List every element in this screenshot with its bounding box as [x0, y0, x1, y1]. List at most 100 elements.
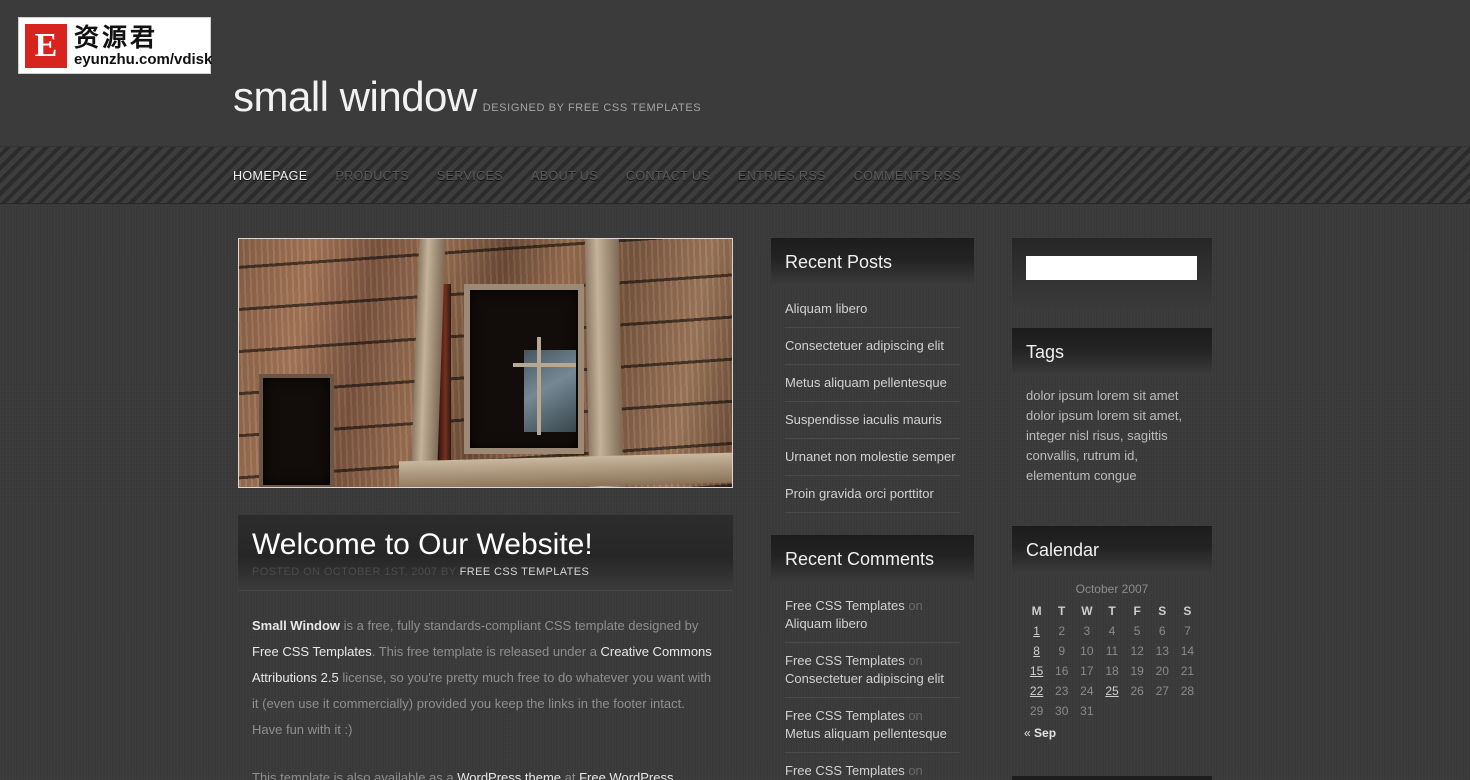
calendar-day: 19 [1130, 664, 1144, 678]
comment-author-link[interactable]: Free CSS Templates [785, 598, 905, 613]
calendar-day[interactable]: 22 [1024, 681, 1049, 701]
comment-connector: on [904, 653, 923, 668]
recent-post-link[interactable]: Urnanet non molestie semper [785, 449, 956, 464]
post-p1-link-free-css-templates[interactable]: Free CSS Templates [252, 644, 372, 659]
comment-author-link[interactable]: Free CSS Templates [785, 763, 905, 778]
list-item[interactable]: Metus aliquam pellentesque [785, 365, 960, 402]
sidebar-right: Tags dolor ipsum lorem sit amet dolor ip… [1012, 238, 1212, 780]
list-item[interactable]: Free CSS Templates on Aliquam libero [785, 594, 960, 643]
calendar-day-link[interactable]: 15 [1030, 664, 1043, 678]
calendar-prev-month-link[interactable]: Sep [1034, 726, 1056, 740]
calendar-day[interactable]: 1 [1024, 621, 1049, 641]
nav-item-about-us[interactable]: ABOUT US [531, 167, 598, 185]
calendar-day[interactable]: 15 [1024, 661, 1049, 681]
post-p2-text-b: at [561, 770, 580, 780]
calendar-day-link[interactable]: 1 [1033, 624, 1040, 638]
list-item[interactable]: Free CSS Templates on Consectetuer adipi… [785, 643, 960, 698]
calendar-day: 11 [1105, 644, 1119, 658]
calendar-day: 30 [1055, 704, 1069, 718]
logo-url: eyunzhu.com/vdisk [74, 50, 213, 68]
recent-post-link[interactable]: Aliquam libero [785, 301, 867, 316]
post-p2-link-free-wordpress[interactable]: Free WordPress [579, 770, 673, 780]
nav-item-contact-us[interactable]: CONTACT US [626, 167, 710, 185]
calendar-day: 24 [1080, 684, 1094, 698]
nav-item-comments-rss[interactable]: COMMENTS RSS [854, 167, 961, 185]
calendar-weekday: S [1158, 604, 1167, 618]
nav-list: HOMEPAGE PRODUCTS SERVICES ABOUT US CONT… [233, 147, 989, 205]
comment-author-link[interactable]: Free CSS Templates [785, 653, 905, 668]
widget-recent-posts-title: Recent Posts [785, 252, 893, 272]
post-p1-text-a: is a free, fully standards-compliant CSS… [340, 618, 699, 634]
list-item[interactable]: Free CSS Templates on Suspendisse iaculi… [785, 753, 960, 780]
nav-link-services[interactable]: SERVICES [437, 169, 503, 183]
calendar-day[interactable]: 8 [1024, 641, 1049, 661]
calendar-day: 27 [1155, 684, 1169, 698]
nav-link-contact-us[interactable]: CONTACT US [626, 169, 710, 183]
post-paragraph-1: Small Window is a free, fully standards-… [252, 613, 718, 743]
widget-calendar-header: Calendar [1012, 526, 1212, 574]
comment-post-link[interactable]: Metus aliquam pellentesque [785, 726, 947, 741]
widget-categories: Categories Aliquam libero [1012, 776, 1212, 780]
feature-image-window-right [464, 284, 584, 454]
logo-chinese-name: 资源君 [74, 22, 159, 52]
calendar-day[interactable]: 25 [1099, 681, 1124, 701]
comment-post-link[interactable]: Consectetuer adipiscing elit [785, 671, 944, 686]
comment-author-link[interactable]: Free CSS Templates [785, 708, 905, 723]
tags-cloud-text[interactable]: dolor ipsum lorem sit amet dolor ipsum l… [1026, 386, 1198, 486]
recent-post-link[interactable]: Metus aliquam pellentesque [785, 375, 947, 390]
nav-item-services[interactable]: SERVICES [437, 167, 503, 185]
logo-letter: E [34, 26, 58, 64]
post-p1-text-b: . This free template is released under a [371, 644, 601, 660]
post-meta-author-link[interactable]: FREE CSS TEMPLATES [460, 566, 590, 578]
calendar-caption: October 2007 [1075, 582, 1149, 596]
site-title[interactable]: small window [233, 76, 477, 118]
calendar-day: 12 [1130, 644, 1144, 658]
comment-post-link[interactable]: Aliquam libero [785, 616, 867, 631]
post-meta: POSTED ON OCTOBER 1ST, 2007 BY FREE CSS … [252, 566, 719, 578]
site-tagline: DESIGNED BY FREE CSS TEMPLATES [482, 102, 702, 114]
nav-link-comments-rss[interactable]: COMMENTS RSS [854, 169, 961, 183]
nav-link-about-us[interactable]: ABOUT US [531, 169, 598, 183]
widget-calendar-body: October 2007 M T W T F S S 1 2 3 4 5 6 7… [1012, 574, 1212, 754]
nav-link-entries-rss[interactable]: ENTRIES RSS [738, 169, 826, 183]
search-input[interactable] [1026, 256, 1197, 280]
calendar-day-link[interactable]: 25 [1105, 684, 1118, 698]
calendar-day: 6 [1158, 624, 1166, 638]
site-logo-badge[interactable]: E 资源君 eyunzhu.com/vdisk [18, 17, 213, 74]
calendar-week-row: 8 9 10 11 12 13 14 [1024, 641, 1200, 661]
calendar-weekday: M [1031, 604, 1042, 618]
recent-post-link[interactable]: Consectetuer adipiscing elit [785, 338, 944, 353]
nav-item-homepage[interactable]: HOMEPAGE [233, 167, 308, 185]
recent-post-link[interactable]: Proin gravida orci porttitor [785, 486, 934, 501]
calendar-day: 7 [1184, 624, 1191, 638]
post-p1-strong: Small Window [252, 618, 340, 634]
comment-connector: on [904, 598, 923, 613]
widget-categories-header: Categories [1012, 776, 1212, 780]
widget-search [1012, 238, 1212, 306]
list-item[interactable]: Suspendisse iaculis mauris [785, 402, 960, 439]
nav-item-products[interactable]: PRODUCTS [336, 167, 409, 185]
calendar-day: 9 [1058, 644, 1066, 658]
nav-link-homepage[interactable]: HOMEPAGE [233, 169, 308, 183]
feature-image [238, 238, 733, 488]
calendar-day-link[interactable]: 22 [1030, 684, 1043, 698]
recent-post-link[interactable]: Suspendisse iaculis mauris [785, 412, 942, 427]
widget-recent-posts-body: Aliquam libero Consectetuer adipiscing e… [771, 286, 974, 513]
nav-link-products[interactable]: PRODUCTS [336, 169, 409, 183]
calendar-weekday: T [1108, 604, 1116, 618]
nav-item-entries-rss[interactable]: ENTRIES RSS [738, 167, 826, 185]
recent-comments-list: Free CSS Templates on Aliquam libero Fre… [785, 594, 960, 780]
calendar-day: 16 [1055, 664, 1069, 678]
list-item[interactable]: Urnanet non molestie semper [785, 439, 960, 476]
page-root: E 资源君 eyunzhu.com/vdisk small window DES… [0, 0, 1470, 780]
list-item[interactable]: Consectetuer adipiscing elit [785, 328, 960, 365]
list-item[interactable]: Aliquam libero [785, 297, 960, 328]
post-p2-link-wordpress-theme[interactable]: WordPress theme [457, 770, 561, 780]
list-item[interactable]: Free CSS Templates on Metus aliquam pell… [785, 698, 960, 753]
calendar-day: 26 [1130, 684, 1144, 698]
widget-tags-header: Tags [1012, 328, 1212, 376]
calendar-day [1175, 701, 1200, 721]
calendar-day: 28 [1180, 684, 1195, 698]
list-item[interactable]: Proin gravida orci porttitor [785, 476, 960, 513]
calendar-day-link[interactable]: 8 [1033, 644, 1040, 658]
